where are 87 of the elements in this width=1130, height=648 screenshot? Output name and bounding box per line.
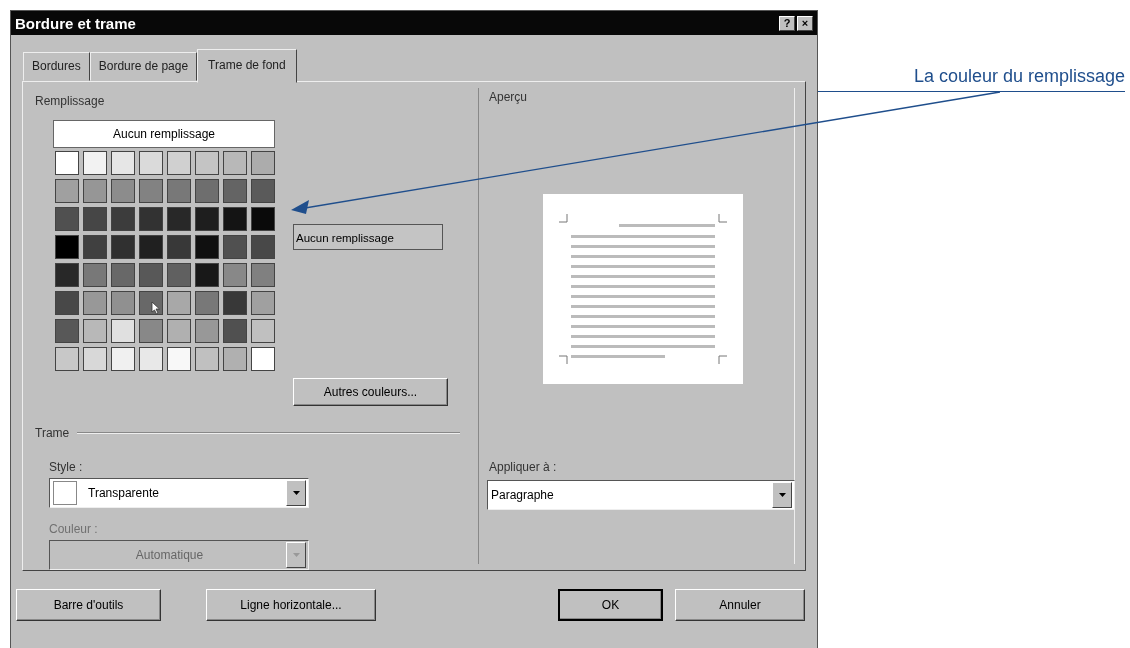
color-swatch[interactable] (167, 179, 191, 203)
color-swatch[interactable] (55, 235, 79, 259)
color-swatch[interactable] (83, 263, 107, 287)
color-swatch[interactable] (55, 319, 79, 343)
color-swatch[interactable] (55, 263, 79, 287)
color-swatch[interactable] (139, 263, 163, 287)
color-swatch[interactable] (223, 235, 247, 259)
color-swatch[interactable] (139, 207, 163, 231)
color-swatch[interactable] (223, 151, 247, 175)
color-swatch[interactable] (167, 235, 191, 259)
field-label: Style : (49, 460, 84, 474)
more-colors-button[interactable]: Autres couleurs... (293, 378, 448, 406)
help-button[interactable]: ? (779, 15, 795, 31)
section-label: Remplissage (35, 94, 106, 108)
color-swatch[interactable] (55, 291, 79, 315)
color-swatch[interactable] (167, 151, 191, 175)
color-swatch[interactable] (195, 179, 219, 203)
dialog-button[interactable]: Barre d'outils (16, 589, 161, 621)
color-swatch[interactable] (111, 235, 135, 259)
color-swatch[interactable] (223, 347, 247, 371)
color-swatch[interactable] (139, 235, 163, 259)
color-swatch[interactable] (83, 235, 107, 259)
dialog-button[interactable]: Ligne horizontale... (206, 589, 376, 621)
color-swatch[interactable] (251, 263, 275, 287)
color-swatch[interactable] (195, 347, 219, 371)
close-button[interactable]: × (797, 15, 813, 31)
color-swatch[interactable] (111, 347, 135, 371)
color-swatch[interactable] (195, 235, 219, 259)
current-fill-display: Aucun remplissage (293, 224, 443, 250)
field-label: Appliquer à : (489, 460, 558, 474)
color-swatch[interactable] (195, 263, 219, 287)
color-swatch[interactable] (83, 207, 107, 231)
color-swatch[interactable] (111, 179, 135, 203)
color-swatch[interactable] (223, 179, 247, 203)
color-swatch[interactable] (55, 179, 79, 203)
color-swatch[interactable] (251, 179, 275, 203)
color-swatch[interactable] (55, 207, 79, 231)
color-swatch[interactable] (83, 179, 107, 203)
color-swatch[interactable] (251, 207, 275, 231)
color-swatch[interactable] (55, 151, 79, 175)
dialog-button[interactable]: OK (558, 589, 663, 621)
color-swatch[interactable] (195, 151, 219, 175)
pointer-icon (151, 301, 161, 315)
color-swatch[interactable] (167, 319, 191, 343)
tab[interactable]: Bordures (23, 52, 90, 81)
color-swatch[interactable] (111, 291, 135, 315)
color-swatch[interactable] (111, 207, 135, 231)
color-swatch[interactable] (167, 291, 191, 315)
color-swatch[interactable] (251, 151, 275, 175)
color-swatch[interactable] (195, 207, 219, 231)
dialog-button[interactable]: Annuler (675, 589, 805, 621)
color-swatch[interactable] (251, 235, 275, 259)
color-swatch[interactable] (111, 263, 135, 287)
color-swatch[interactable] (223, 291, 247, 315)
color-swatch[interactable] (83, 291, 107, 315)
color-swatch[interactable] (251, 347, 275, 371)
color-swatch[interactable] (111, 151, 135, 175)
color-swatch[interactable] (139, 319, 163, 343)
annotation-label: La couleur du remplissage (818, 66, 1125, 92)
color-swatch[interactable] (139, 179, 163, 203)
color-swatch[interactable] (55, 347, 79, 371)
pattern-swatch-icon (53, 481, 77, 505)
style-dropdown[interactable]: Transparente (49, 478, 309, 508)
window-title: Bordure et trame (15, 14, 136, 32)
color-swatch[interactable] (195, 319, 219, 343)
color-swatch[interactable] (83, 319, 107, 343)
color-swatch[interactable] (223, 319, 247, 343)
section-label: Trame (35, 426, 70, 440)
color-swatch[interactable] (167, 347, 191, 371)
apply-to-dropdown[interactable]: Paragraphe (487, 480, 795, 510)
field-label: Couleur : (49, 522, 99, 536)
color-swatch[interactable] (223, 207, 247, 231)
color-swatch[interactable] (167, 263, 191, 287)
color-swatch[interactable] (167, 207, 191, 231)
color-swatch[interactable] (139, 151, 163, 175)
color-swatch[interactable] (251, 319, 275, 343)
color-swatch[interactable] (139, 347, 163, 371)
color-swatch[interactable] (251, 291, 275, 315)
color-swatch[interactable] (223, 263, 247, 287)
color-swatch[interactable] (83, 151, 107, 175)
section-label: Aperçu (489, 90, 529, 104)
color-swatch[interactable] (83, 347, 107, 371)
tab[interactable]: Bordure de page (89, 52, 198, 81)
color-swatch[interactable] (195, 291, 219, 315)
no-fill-option[interactable]: Aucun remplissage (53, 120, 275, 148)
color-swatch[interactable] (111, 319, 135, 343)
tab[interactable]: Trame de fond (197, 49, 297, 83)
